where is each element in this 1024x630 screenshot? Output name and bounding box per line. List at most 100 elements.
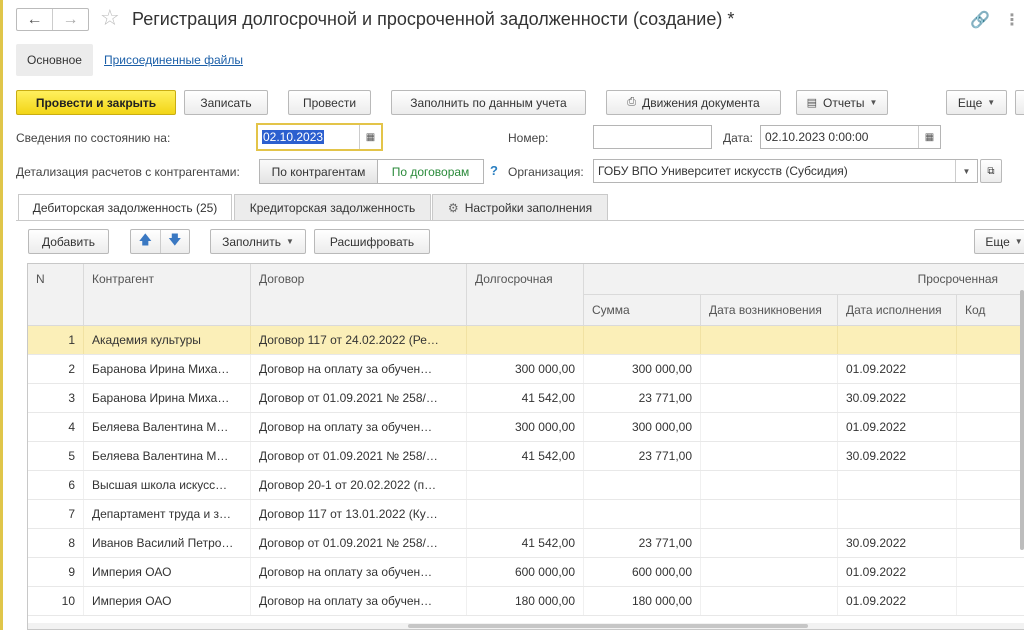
table-row[interactable]: 6 Высшая школа искусс… Договор 20-1 от 20.… xyxy=(28,471,1024,500)
link-icon[interactable]: 🔗 xyxy=(970,10,990,30)
cell-contract[interactable]: Договор 20-1 от 20.02.2022 (п… xyxy=(251,471,467,499)
date-input[interactable]: 02.10.2023 0:00:00 ▦ xyxy=(760,125,941,149)
cell-code[interactable] xyxy=(957,442,1024,470)
detail-by-counterparty-toggle[interactable]: По контрагентам xyxy=(259,159,378,184)
cell-longterm[interactable] xyxy=(467,500,584,528)
cell-longterm[interactable] xyxy=(467,326,584,354)
cell-sum[interactable]: 600 000,00 xyxy=(584,558,701,586)
cell-sum[interactable] xyxy=(584,500,701,528)
cell-counterparty[interactable]: Беляева Валентина М… xyxy=(84,442,251,470)
table-row[interactable]: 10 Империя ОАО Договор на оплату за обучен… xyxy=(28,587,1024,616)
cell-contract[interactable]: Договор от 01.09.2021 № 258/… xyxy=(251,529,467,557)
cell-due-date[interactable]: 01.09.2022 xyxy=(838,413,957,441)
header-longterm[interactable]: Долгосрочная xyxy=(467,264,584,326)
cell-contract[interactable]: Договор от 01.09.2021 № 258/… xyxy=(251,442,467,470)
cell-code[interactable] xyxy=(957,587,1024,615)
cell-code[interactable] xyxy=(957,384,1024,412)
organization-input[interactable]: ГОБУ ВПО Университет искусств (Субсидия)… xyxy=(593,159,978,183)
table-row[interactable]: 4 Беляева Валентина М… Договор на оплату з… xyxy=(28,413,1024,442)
cell-counterparty[interactable]: Баранова Ирина Миха… xyxy=(84,384,251,412)
cell-n[interactable]: 4 xyxy=(28,413,84,441)
header-counterparty[interactable]: Контрагент xyxy=(84,264,251,326)
cell-code[interactable] xyxy=(957,471,1024,499)
cell-counterparty[interactable]: Высшая школа искусс… xyxy=(84,471,251,499)
receivables-table[interactable]: N Контрагент Договор Долгосрочная Просро… xyxy=(27,263,1024,630)
cell-code[interactable] xyxy=(957,500,1024,528)
detail-by-contract-toggle[interactable]: По договорам xyxy=(377,159,484,184)
table-row[interactable]: 7 Департамент труда и з… Договор 117 от 13… xyxy=(28,500,1024,529)
document-movements-button[interactable]: ⎙ Движения документа xyxy=(606,90,781,115)
cell-due-date[interactable] xyxy=(838,326,957,354)
calendar-icon[interactable]: ▦ xyxy=(918,126,940,148)
cell-longterm[interactable]: 600 000,00 xyxy=(467,558,584,586)
fill-button[interactable]: Заполнить ▼ xyxy=(210,229,306,254)
cell-due-date[interactable] xyxy=(838,500,957,528)
table-row[interactable]: 2 Баранова Ирина Миха… Договор на оплату з… xyxy=(28,355,1024,384)
cell-n[interactable]: 5 xyxy=(28,442,84,470)
header-sum[interactable]: Сумма xyxy=(584,295,701,326)
cell-code[interactable] xyxy=(957,326,1024,354)
cell-code[interactable] xyxy=(957,558,1024,586)
cell-counterparty[interactable]: Империя ОАО xyxy=(84,558,251,586)
cell-longterm[interactable]: 41 542,00 xyxy=(467,442,584,470)
cell-sum[interactable]: 23 771,00 xyxy=(584,442,701,470)
cell-longterm[interactable]: 300 000,00 xyxy=(467,355,584,383)
cell-n[interactable]: 10 xyxy=(28,587,84,615)
cell-n[interactable]: 6 xyxy=(28,471,84,499)
cell-occur-date[interactable] xyxy=(701,587,838,615)
subtab-main[interactable]: Основное xyxy=(16,44,93,76)
cell-due-date[interactable]: 30.09.2022 xyxy=(838,384,957,412)
cell-counterparty[interactable]: Иванов Василий Петро… xyxy=(84,529,251,557)
subtab-attached-files[interactable]: Присоединенные файлы xyxy=(104,53,243,67)
reports-button[interactable]: ▤ Отчеты ▼ xyxy=(796,90,888,115)
cell-occur-date[interactable] xyxy=(701,442,838,470)
cell-occur-date[interactable] xyxy=(701,326,838,354)
table-row[interactable]: 8 Иванов Василий Петро… Договор от 01.09.2… xyxy=(28,529,1024,558)
cell-occur-date[interactable] xyxy=(701,529,838,557)
cell-due-date[interactable]: 01.09.2022 xyxy=(838,587,957,615)
tab-fill-settings[interactable]: ⚙ Настройки заполнения xyxy=(432,194,608,220)
cell-longterm[interactable]: 180 000,00 xyxy=(467,587,584,615)
state-date-input[interactable]: 02.10.2023 ▦ xyxy=(256,123,383,151)
cell-due-date[interactable]: 01.09.2022 xyxy=(838,558,957,586)
cell-occur-date[interactable] xyxy=(701,355,838,383)
cell-due-date[interactable]: 30.09.2022 xyxy=(838,529,957,557)
cell-occur-date[interactable] xyxy=(701,413,838,441)
help-icon[interactable]: ? xyxy=(490,163,498,178)
cell-contract[interactable]: Договор на оплату за обучен… xyxy=(251,355,467,383)
cell-counterparty[interactable]: Беляева Валентина М… xyxy=(84,413,251,441)
cell-n[interactable]: 2 xyxy=(28,355,84,383)
horizontal-scroll-thumb[interactable] xyxy=(408,624,808,628)
cell-due-date[interactable]: 01.09.2022 xyxy=(838,355,957,383)
cell-contract[interactable]: Договор на оплату за обучен… xyxy=(251,413,467,441)
cell-code[interactable] xyxy=(957,529,1024,557)
header-occur-date[interactable]: Дата возникновения xyxy=(701,295,838,326)
cell-n[interactable]: 3 xyxy=(28,384,84,412)
cell-sum[interactable]: 300 000,00 xyxy=(584,413,701,441)
cell-contract[interactable]: Договор на оплату за обучен… xyxy=(251,587,467,615)
cell-counterparty[interactable]: Департамент труда и з… xyxy=(84,500,251,528)
cell-occur-date[interactable] xyxy=(701,384,838,412)
move-down-arrow-icon[interactable]: 🡇 xyxy=(159,230,190,253)
cell-longterm[interactable]: 41 542,00 xyxy=(467,384,584,412)
vertical-scrollbar[interactable] xyxy=(1020,290,1024,550)
cell-longterm[interactable]: 41 542,00 xyxy=(467,529,584,557)
extra-toolbar-button[interactable] xyxy=(1015,90,1024,115)
cell-contract[interactable]: Договор на оплату за обучен… xyxy=(251,558,467,586)
cell-sum[interactable] xyxy=(584,471,701,499)
open-organization-button[interactable]: ⧉ xyxy=(980,159,1002,183)
header-due-date[interactable]: Дата исполнения xyxy=(838,295,957,326)
save-button[interactable]: Записать xyxy=(184,90,268,115)
cell-n[interactable]: 8 xyxy=(28,529,84,557)
back-arrow-icon[interactable]: ← xyxy=(17,9,52,30)
cell-sum[interactable] xyxy=(584,326,701,354)
forward-arrow-icon[interactable]: → xyxy=(52,9,88,30)
cell-sum[interactable]: 23 771,00 xyxy=(584,529,701,557)
cell-occur-date[interactable] xyxy=(701,500,838,528)
cell-sum[interactable]: 300 000,00 xyxy=(584,355,701,383)
decode-button[interactable]: Расшифровать xyxy=(314,229,430,254)
header-contract[interactable]: Договор xyxy=(251,264,467,326)
cell-counterparty[interactable]: Империя ОАО xyxy=(84,587,251,615)
tab-receivables[interactable]: Дебиторская задолженность (25) xyxy=(18,194,232,221)
table-row[interactable]: 9 Империя ОАО Договор на оплату за обучен…… xyxy=(28,558,1024,587)
